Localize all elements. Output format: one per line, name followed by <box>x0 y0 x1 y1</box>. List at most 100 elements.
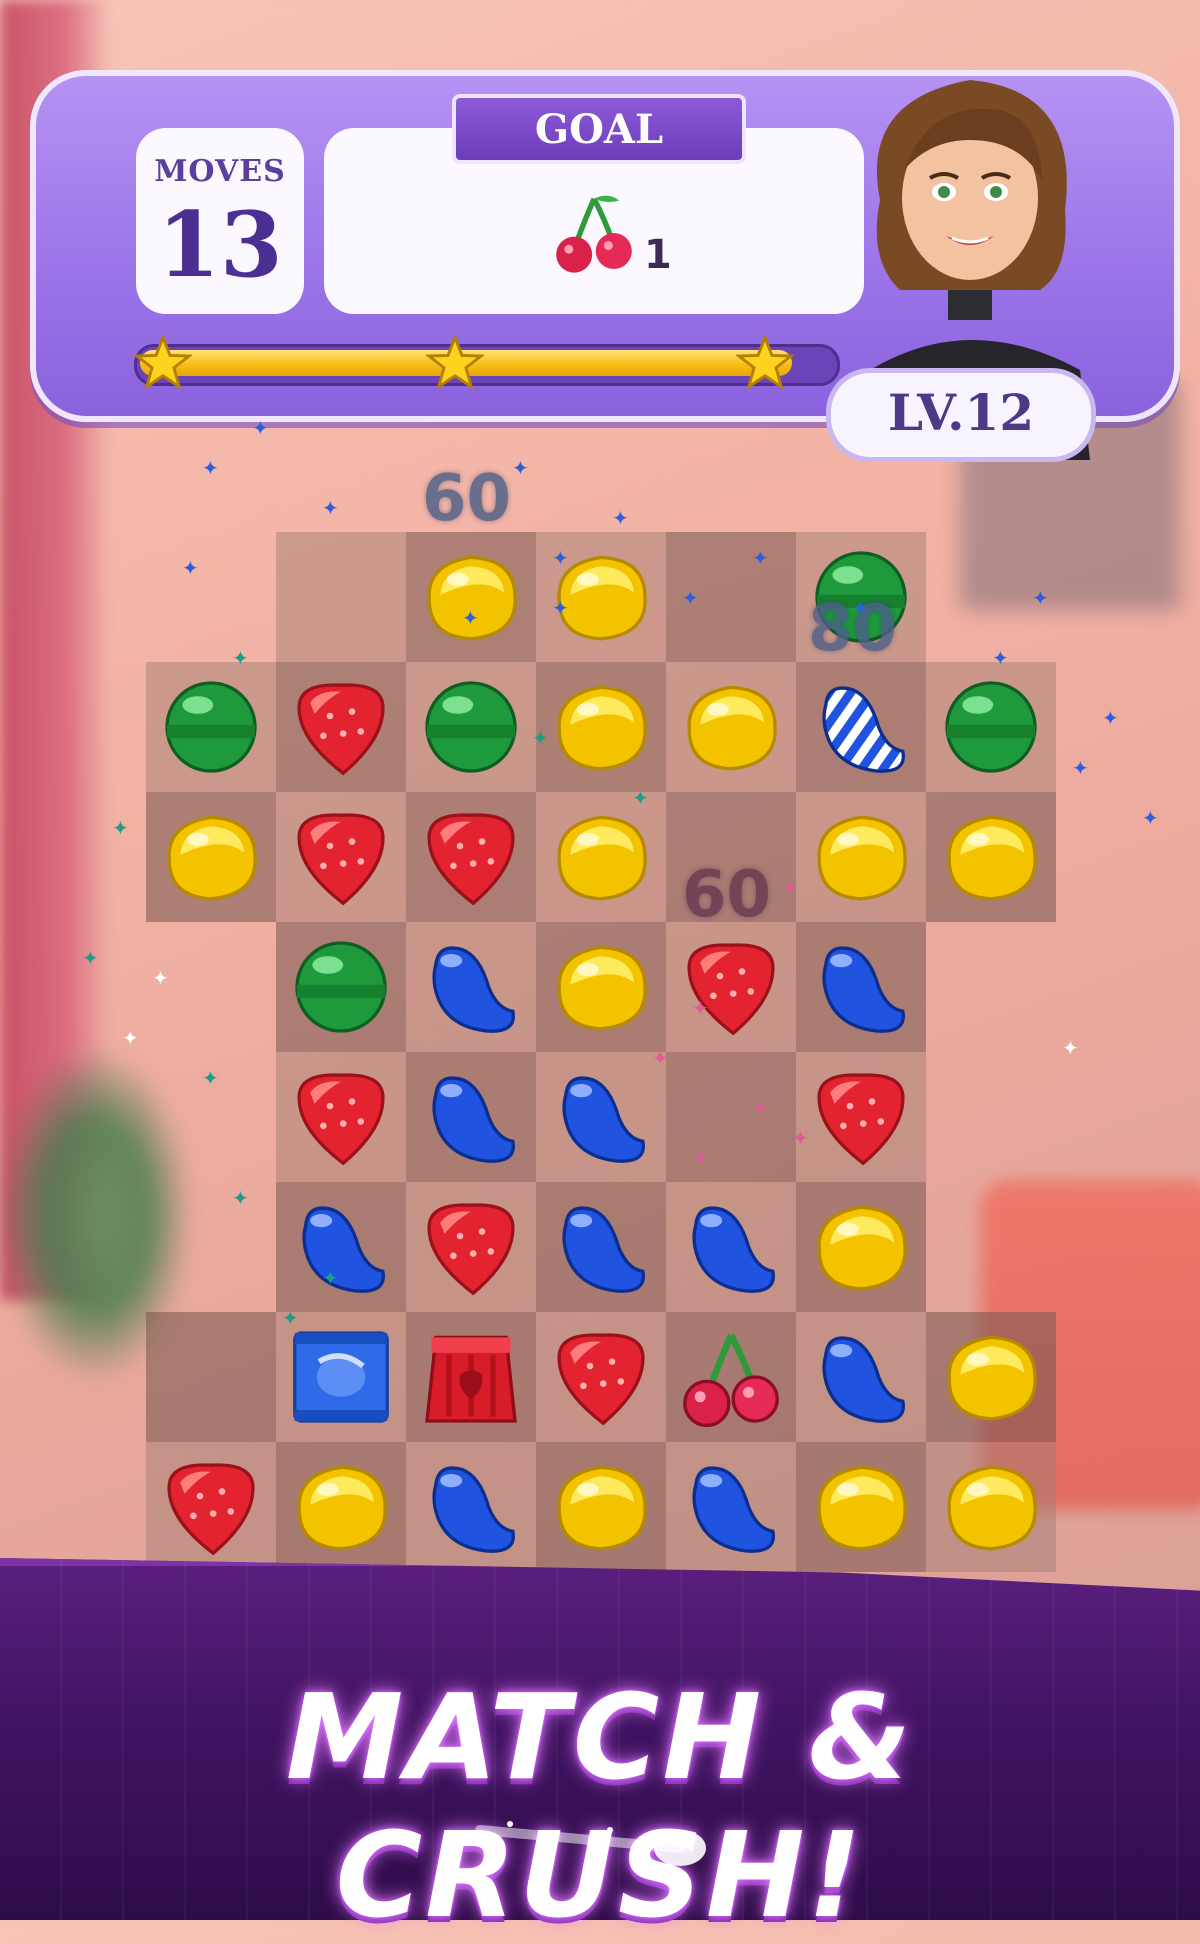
board-cell[interactable] <box>146 662 276 792</box>
yellow-lemon-candy-icon[interactable] <box>546 932 656 1042</box>
red-strawberry-candy-icon[interactable] <box>676 932 786 1042</box>
yellow-lemon-candy-icon[interactable] <box>936 802 1046 912</box>
red-strawberry-candy-icon[interactable] <box>286 1062 396 1172</box>
yellow-lemon-candy-icon[interactable] <box>806 1452 916 1562</box>
board-cell[interactable] <box>796 1182 926 1312</box>
board-cell[interactable] <box>796 1052 926 1182</box>
goal-count: 1 <box>644 232 672 278</box>
board-cell[interactable] <box>406 922 536 1052</box>
red-strawberry-candy-icon[interactable] <box>806 1062 916 1172</box>
board-cell[interactable] <box>536 922 666 1052</box>
red-strawberry-candy-icon[interactable] <box>286 672 396 782</box>
board-cell[interactable] <box>536 1442 666 1572</box>
moves-value: 13 <box>157 192 283 298</box>
blue-jellybean-candy-icon[interactable] <box>416 1452 526 1562</box>
board-cell[interactable] <box>276 1442 406 1572</box>
board-cell[interactable] <box>536 1052 666 1182</box>
yellow-lemon-candy-icon[interactable] <box>806 1192 916 1302</box>
board-cell[interactable] <box>276 532 406 662</box>
yellow-lemon-candy-icon[interactable] <box>416 542 526 652</box>
green-round-candy-icon[interactable] <box>936 672 1046 782</box>
board-cell[interactable] <box>796 1312 926 1442</box>
blue-jellybean-candy-icon[interactable] <box>806 932 916 1042</box>
yellow-lemon-candy-icon[interactable] <box>936 1452 1046 1562</box>
board-cell[interactable] <box>666 662 796 792</box>
green-round-candy-icon[interactable] <box>156 672 266 782</box>
level-badge: LV.12 <box>826 368 1096 462</box>
blue-jellybean-candy-icon[interactable] <box>546 1192 656 1302</box>
score-progress-bar <box>134 344 840 386</box>
board-cell[interactable] <box>666 922 796 1052</box>
comet-sparkle <box>475 1821 706 1866</box>
green-round-candy-icon[interactable] <box>416 672 526 782</box>
moves-counter: MOVES 13 <box>136 128 304 314</box>
level-label: LV.12 <box>887 383 1035 442</box>
red-strawberry-candy-icon[interactable] <box>156 1452 266 1562</box>
board-cell[interactable] <box>796 1442 926 1572</box>
blue-jellybean-candy-icon[interactable] <box>286 1192 396 1302</box>
moves-label: MOVES <box>154 154 286 189</box>
green-round-candy-icon[interactable] <box>286 932 396 1042</box>
blue-jellybean-candy-icon[interactable] <box>546 1062 656 1172</box>
blue-jellybean-candy-icon[interactable] <box>676 1452 786 1562</box>
yellow-lemon-candy-icon[interactable] <box>286 1452 396 1562</box>
board-cell[interactable] <box>536 1312 666 1442</box>
board-cell[interactable] <box>666 1312 796 1442</box>
yellow-lemon-candy-icon[interactable] <box>936 1322 1046 1432</box>
yellow-lemon-candy-icon[interactable] <box>546 802 656 912</box>
score-popup: 60 <box>422 462 512 536</box>
red-jelly-block-icon[interactable] <box>416 1322 526 1432</box>
yellow-lemon-candy-icon[interactable] <box>806 802 916 912</box>
board-cell[interactable] <box>276 1182 406 1312</box>
game-board <box>146 532 1056 1592</box>
blue-striped-jellybean-candy-icon[interactable] <box>806 672 916 782</box>
board-cell[interactable] <box>406 1442 536 1572</box>
board-cell[interactable] <box>276 662 406 792</box>
board-cell[interactable] <box>926 1312 1056 1442</box>
board-cell[interactable] <box>536 662 666 792</box>
wrapped-blue-candy-icon[interactable] <box>286 1322 396 1432</box>
goal-label: GOAL <box>534 106 664 153</box>
board-cell[interactable] <box>406 792 536 922</box>
red-strawberry-candy-icon[interactable] <box>416 1192 526 1302</box>
board-cell[interactable] <box>406 532 536 662</box>
board-cell[interactable] <box>666 1442 796 1572</box>
board-cell[interactable] <box>146 792 276 922</box>
cherry-icon <box>556 195 632 273</box>
goal-ribbon: GOAL <box>452 94 746 164</box>
board-cell[interactable] <box>666 1182 796 1312</box>
blue-jellybean-candy-icon[interactable] <box>676 1192 786 1302</box>
board-cell[interactable] <box>406 662 536 792</box>
board-cell[interactable] <box>146 1312 276 1442</box>
board-cell[interactable] <box>276 1052 406 1182</box>
blue-jellybean-candy-icon[interactable] <box>416 932 526 1042</box>
yellow-lemon-candy-icon[interactable] <box>546 672 656 782</box>
board-cell[interactable] <box>536 792 666 922</box>
yellow-lemon-candy-icon[interactable] <box>546 1452 656 1562</box>
board-cell[interactable] <box>276 792 406 922</box>
board-cell[interactable] <box>926 1442 1056 1572</box>
board-cell[interactable] <box>926 662 1056 792</box>
yellow-lemon-candy-icon[interactable] <box>676 672 786 782</box>
board-cell[interactable] <box>406 1052 536 1182</box>
board-cell[interactable] <box>796 662 926 792</box>
board-cell[interactable] <box>796 792 926 922</box>
board-cell[interactable] <box>536 1182 666 1312</box>
star-icon <box>734 333 796 392</box>
board-cell[interactable] <box>276 1312 406 1442</box>
board-cell[interactable] <box>146 1442 276 1572</box>
board-cell[interactable] <box>406 1312 536 1442</box>
red-strawberry-candy-icon[interactable] <box>416 802 526 912</box>
board-cell[interactable] <box>926 792 1056 922</box>
score-popup: 60 <box>682 858 772 932</box>
red-strawberry-candy-icon[interactable] <box>546 1322 656 1432</box>
board-cell[interactable] <box>666 1052 796 1182</box>
board-cell[interactable] <box>276 922 406 1052</box>
yellow-lemon-candy-icon[interactable] <box>156 802 266 912</box>
blue-jellybean-candy-icon[interactable] <box>806 1322 916 1432</box>
red-strawberry-candy-icon[interactable] <box>286 802 396 912</box>
board-cell[interactable] <box>406 1182 536 1312</box>
blue-jellybean-candy-icon[interactable] <box>416 1062 526 1172</box>
board-cell[interactable] <box>796 922 926 1052</box>
cherry-goal-item-icon[interactable] <box>676 1322 786 1432</box>
